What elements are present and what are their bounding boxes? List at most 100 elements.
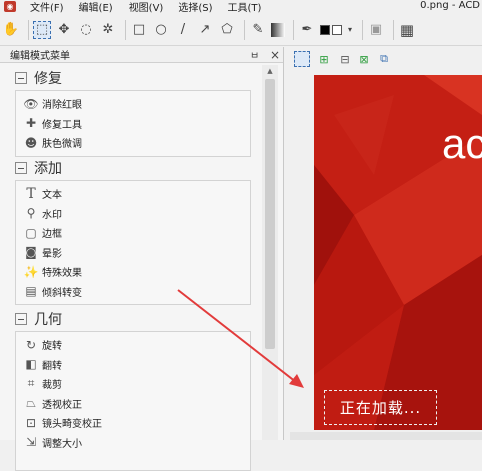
menu-item-lens-distortion[interactable]: ⊡ 镜头畸变校正	[24, 413, 250, 433]
color-dropdown-icon[interactable]: ▾	[346, 21, 354, 39]
foreground-color-swatch[interactable]	[320, 24, 330, 35]
group-title: 添加	[34, 161, 62, 177]
resize-icon: ⇲	[25, 435, 37, 450]
menu-item-repair-tool[interactable]: ✚ 修复工具	[24, 114, 250, 134]
pin-icon[interactable]: ㅂ	[250, 47, 259, 62]
group-title: 几何	[34, 312, 62, 328]
select-all-icon[interactable]	[294, 51, 310, 67]
menu-item-rotate[interactable]: ↻ 旋转	[24, 335, 250, 355]
group-header-repair[interactable]: 修复	[15, 68, 251, 88]
menu-item-perspective[interactable]: ⏢ 透视校正	[24, 394, 250, 414]
item-label: 消除红眼	[42, 100, 82, 112]
menu-item-red-eye[interactable]: 👁 消除红眼	[23, 94, 250, 114]
line-tool-icon[interactable]: /	[174, 21, 192, 39]
menu-tools[interactable]: 工具(T)	[228, 0, 262, 14]
collapse-icon[interactable]	[15, 313, 27, 325]
toolbar-separator	[244, 19, 245, 40]
bandage-icon: ✚	[25, 116, 37, 131]
eye-icon: 👁	[23, 96, 39, 111]
loading-indicator: 正在加载...	[324, 390, 437, 425]
scroll-thumb[interactable]	[265, 79, 275, 349]
app-icon: ◉	[4, 1, 16, 12]
panel-scrollbar[interactable]: ▲	[262, 65, 278, 440]
toolbar-separator	[125, 19, 126, 40]
window-title: 0.png - ACD	[420, 0, 480, 11]
subtract-selection-icon[interactable]: ⊟	[337, 51, 353, 67]
item-label: 边框	[42, 229, 62, 241]
rect-select-tool-icon[interactable]: ⬚	[33, 20, 51, 39]
lasso-tool-icon[interactable]: ◌	[77, 21, 95, 39]
menu-item-crop[interactable]: ⌗ 裁剪	[24, 374, 250, 394]
brush-tool-icon[interactable]: ✎	[249, 21, 267, 39]
menu-view[interactable]: 视图(V)	[129, 0, 164, 14]
menu-item-special-effects[interactable]: ✨ 特殊效果	[24, 262, 250, 282]
perspective-icon: ⏢	[26, 395, 36, 410]
item-label: 肤色微调	[42, 139, 82, 151]
collapse-icon[interactable]	[15, 72, 27, 84]
menu-item-resize[interactable]: ⇲ 调整大小	[24, 433, 250, 453]
menu-item-watermark[interactable]: ⚲ 水印	[24, 204, 250, 224]
flip-icon: ◧	[25, 357, 37, 372]
group-items: ↻ 旋转 ◧ 翻转 ⌗ 裁剪 ⏢ 透视校正 ⊡ 镜头畸变校正 ⇲ 调整大小	[15, 331, 251, 471]
bottom-scrollbar[interactable]	[290, 432, 482, 440]
move-tool-icon[interactable]: ✥	[55, 21, 73, 39]
item-label: 调整大小	[42, 438, 82, 450]
item-label: 镜头畸变校正	[42, 419, 102, 431]
panel-title: 编辑模式菜单	[10, 51, 70, 62]
eyedropper-tool-icon[interactable]: ✒	[298, 21, 316, 39]
text-icon: T	[26, 185, 36, 202]
menu-item-skin-tune[interactable]: ☻ 肤色微调	[24, 133, 250, 153]
stamp-tool-icon[interactable]: ▣	[367, 21, 385, 39]
lens-icon: ⊡	[25, 415, 37, 430]
magic-wand-tool-icon[interactable]: ✲	[99, 21, 117, 39]
menu-file[interactable]: 文件(F)	[30, 0, 64, 14]
toolbar-separator	[362, 19, 363, 40]
toolbar-separator	[293, 19, 294, 40]
brand-text: ac	[442, 120, 482, 167]
menu-bar: ◉ 文件(F) 编辑(E) 视图(V) 选择(S) 工具(T) 0.png - …	[0, 0, 482, 14]
item-label: 翻转	[42, 360, 62, 372]
background-color-swatch[interactable]	[332, 24, 342, 35]
group-add: 添加 T 文本 ⚲ 水印 ▢ 边框 ◙ 晕影 ✨ 特殊效果 ▤ 倾斜转变	[15, 158, 251, 305]
menu-select[interactable]: 选择(S)	[178, 0, 212, 14]
image-canvas[interactable]: ac	[314, 75, 482, 430]
preview-selection-icon[interactable]: ⧉	[376, 51, 392, 67]
item-label: 裁剪	[42, 380, 62, 392]
menu-item-text[interactable]: T 文本	[24, 184, 250, 204]
frame-icon: ▢	[25, 225, 37, 240]
menu-item-flip[interactable]: ◧ 翻转	[24, 355, 250, 375]
item-label: 倾斜转变	[42, 287, 82, 299]
menu-edit[interactable]: 编辑(E)	[79, 0, 113, 14]
stamp-icon: ⚲	[26, 206, 36, 221]
rectangle-tool-icon[interactable]: □	[130, 21, 148, 39]
gradient-tool-icon[interactable]	[271, 22, 285, 37]
group-repair: 修复 👁 消除红眼 ✚ 修复工具 ☻ 肤色微调	[15, 68, 251, 157]
main-toolbar: ✋ ⬚ ✥ ◌ ✲ □ ○ / ↗ ⬠ ✎ ✒ ▾ ▣ ▦	[0, 14, 482, 46]
add-selection-icon[interactable]: ⊞	[316, 51, 332, 67]
close-icon[interactable]: ×	[270, 48, 280, 62]
collapse-icon[interactable]	[15, 162, 27, 174]
menu-item-tilt-shift[interactable]: ▤ 倾斜转变	[24, 282, 250, 302]
polygon-tool-icon[interactable]: ⬠	[218, 21, 236, 39]
item-label: 旋转	[42, 341, 62, 353]
item-label: 水印	[42, 209, 62, 221]
group-title: 修复	[34, 71, 62, 87]
scroll-up-icon[interactable]: ▲	[262, 65, 278, 77]
hand-tool-icon[interactable]: ✋	[2, 21, 20, 39]
person-icon: ☻	[24, 135, 38, 150]
group-header-geometry[interactable]: 几何	[15, 309, 251, 329]
menu-item-border[interactable]: ▢ 边框	[24, 223, 250, 243]
group-geometry: 几何 ↻ 旋转 ◧ 翻转 ⌗ 裁剪 ⏢ 透视校正 ⊡ 镜头畸变校正 ⇲ 调整大小	[15, 309, 251, 471]
grid-view-icon[interactable]: ▦	[398, 21, 416, 39]
edit-mode-panel: 编辑模式菜单 ㅂ × 修复 👁 消除红眼 ✚ 修复工具 ☻ 肤色微调 添加 T …	[0, 47, 284, 471]
item-label: 透视校正	[42, 399, 82, 411]
panel-header: 编辑模式菜单 ㅂ ×	[0, 47, 283, 63]
intersect-selection-icon[interactable]: ⊠	[356, 51, 372, 67]
arrow-line-tool-icon[interactable]: ↗	[196, 21, 214, 39]
ellipse-tool-icon[interactable]: ○	[152, 21, 170, 39]
vignette-icon: ◙	[25, 245, 37, 260]
group-header-add[interactable]: 添加	[15, 158, 251, 178]
toolbar-separator	[28, 19, 29, 40]
menu-item-vignette[interactable]: ◙ 晕影	[24, 243, 250, 263]
item-label: 晕影	[42, 248, 62, 260]
